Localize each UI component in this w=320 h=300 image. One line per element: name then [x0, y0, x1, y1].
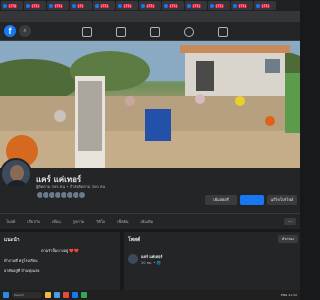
- browser-tab[interactable]: (71): [231, 1, 253, 10]
- facebook-icon: [187, 3, 191, 8]
- more-options-button[interactable]: ···: [284, 218, 296, 225]
- browser-tab[interactable]: (71): [254, 1, 276, 10]
- browser-tab[interactable]: (71): [139, 1, 161, 10]
- intro-bio: ตามรัวปั้มบางอยู่ ❤️❤️: [41, 248, 79, 253]
- tab-badge: (71): [238, 3, 248, 8]
- home-icon[interactable]: [82, 26, 92, 37]
- follower-count[interactable]: ผู้ติดตาม 595 คน • กำลังติดตาม 300 คน: [36, 184, 105, 190]
- taskbar-search[interactable]: Search: [12, 292, 42, 298]
- profile-tab[interactable]: เพิ่มเติม: [141, 219, 154, 225]
- messenger-icon[interactable]: [72, 292, 78, 298]
- intro-heading: แนะนำ: [4, 237, 20, 243]
- posts-heading: โพสต์: [128, 237, 141, 243]
- cover-photo[interactable]: [0, 41, 300, 168]
- search-icon[interactable]: ⌕: [19, 25, 31, 37]
- browser-tab-strip: (73) (71) (71) (7) (71) (71) (71) (71) (71) (71) (…: [0, 0, 300, 11]
- profile-tab[interactable]: โพสต์: [6, 219, 15, 225]
- facebook-icon: [26, 3, 30, 8]
- browser-tab[interactable]: (73): [1, 1, 23, 10]
- profile-tab[interactable]: วิดีโอ: [96, 219, 105, 225]
- browser-tab[interactable]: (71): [93, 1, 115, 10]
- facebook-icon: [256, 3, 260, 8]
- gaming-icon[interactable]: [218, 26, 228, 37]
- browser-tab[interactable]: (71): [162, 1, 184, 10]
- intro-card: แนะนำ ตามรัวปั้มบางอยู่ ❤️❤️ ทำงานที่ คร…: [0, 232, 120, 290]
- browser-tab[interactable]: (71): [24, 1, 46, 10]
- facebook-header: f ⌕: [0, 22, 300, 41]
- facebook-icon: [233, 3, 237, 8]
- tab-badge: (71): [146, 3, 156, 8]
- tab-badge: (71): [215, 3, 225, 8]
- tab-badge: (71): [192, 3, 202, 8]
- cover-photo-scene: [0, 41, 300, 168]
- tab-badge: (71): [261, 3, 271, 8]
- video-icon[interactable]: [116, 26, 126, 37]
- marketplace-icon[interactable]: [150, 26, 160, 37]
- profile-tabs: โพสต์ เกี่ยวกับ เพื่อน รูปภาพ วิดีโอ เช็คอิน เ…: [0, 213, 300, 229]
- profile-tab[interactable]: เกี่ยวกับ: [27, 219, 40, 225]
- profile-tab[interactable]: เช็คอิน: [117, 219, 128, 225]
- facebook-icon: [141, 3, 145, 8]
- file-explorer-icon[interactable]: [45, 292, 51, 298]
- add-story-button[interactable]: เพิ่มสตอรี่: [205, 195, 237, 205]
- system-tray: ENG 21:32: [280, 293, 297, 297]
- tab-badge: (7): [77, 3, 84, 8]
- intro-home: อาศัยอยู่ที่ บ้านทุ่งแสง: [4, 268, 40, 273]
- app-icon[interactable]: [81, 292, 87, 298]
- browser-tab[interactable]: (71): [185, 1, 207, 10]
- avatar-face: [10, 165, 24, 181]
- chrome-icon[interactable]: [63, 292, 69, 298]
- facebook-logo-icon[interactable]: f: [4, 25, 16, 37]
- facebook-icon: [49, 3, 53, 8]
- facebook-icon: [118, 3, 122, 8]
- posts-card: โพสต์ ตัวกรอง แคร์ แค่เทอร์ 20 ชม. • 🌐: [124, 232, 300, 290]
- friend-avatars[interactable]: [36, 191, 86, 199]
- edit-profile-button[interactable]: แก้ไขโปรไฟล์: [267, 195, 297, 205]
- facebook-icon: [164, 3, 168, 8]
- tab-badge: (73): [8, 3, 18, 8]
- facebook-icon: [95, 3, 99, 8]
- browser-tab[interactable]: (71): [116, 1, 138, 10]
- tab-badge: (71): [100, 3, 110, 8]
- profile-avatar[interactable]: [0, 158, 32, 190]
- profile-tab[interactable]: รูปภาพ: [73, 219, 85, 225]
- profile-tab[interactable]: เพื่อน: [52, 219, 61, 225]
- windows-start-icon[interactable]: [3, 292, 9, 298]
- post-time[interactable]: 20 ชม. • 🌐: [141, 260, 161, 266]
- browser-tab[interactable]: (71): [208, 1, 230, 10]
- edge-icon[interactable]: [54, 292, 60, 298]
- windows-taskbar: Search ENG 21:32: [0, 290, 300, 300]
- browser-address-bar[interactable]: [0, 11, 300, 22]
- top-nav: [70, 24, 240, 39]
- facebook-icon: [210, 3, 214, 8]
- intro-work: ทำงานที่ ครูโรงเรียน: [4, 258, 38, 263]
- tab-badge: (71): [54, 3, 64, 8]
- facebook-icon: [3, 3, 7, 8]
- groups-icon[interactable]: [184, 26, 194, 37]
- highlight-button[interactable]: [240, 195, 264, 205]
- browser-tab[interactable]: (7): [70, 1, 92, 10]
- tab-badge: (71): [169, 3, 179, 8]
- tab-badge: (71): [31, 3, 41, 8]
- filter-button[interactable]: ตัวกรอง: [278, 235, 298, 243]
- facebook-icon: [72, 3, 76, 8]
- tab-badge: (71): [123, 3, 133, 8]
- browser-tab[interactable]: (71): [47, 1, 69, 10]
- post-avatar[interactable]: [128, 254, 138, 264]
